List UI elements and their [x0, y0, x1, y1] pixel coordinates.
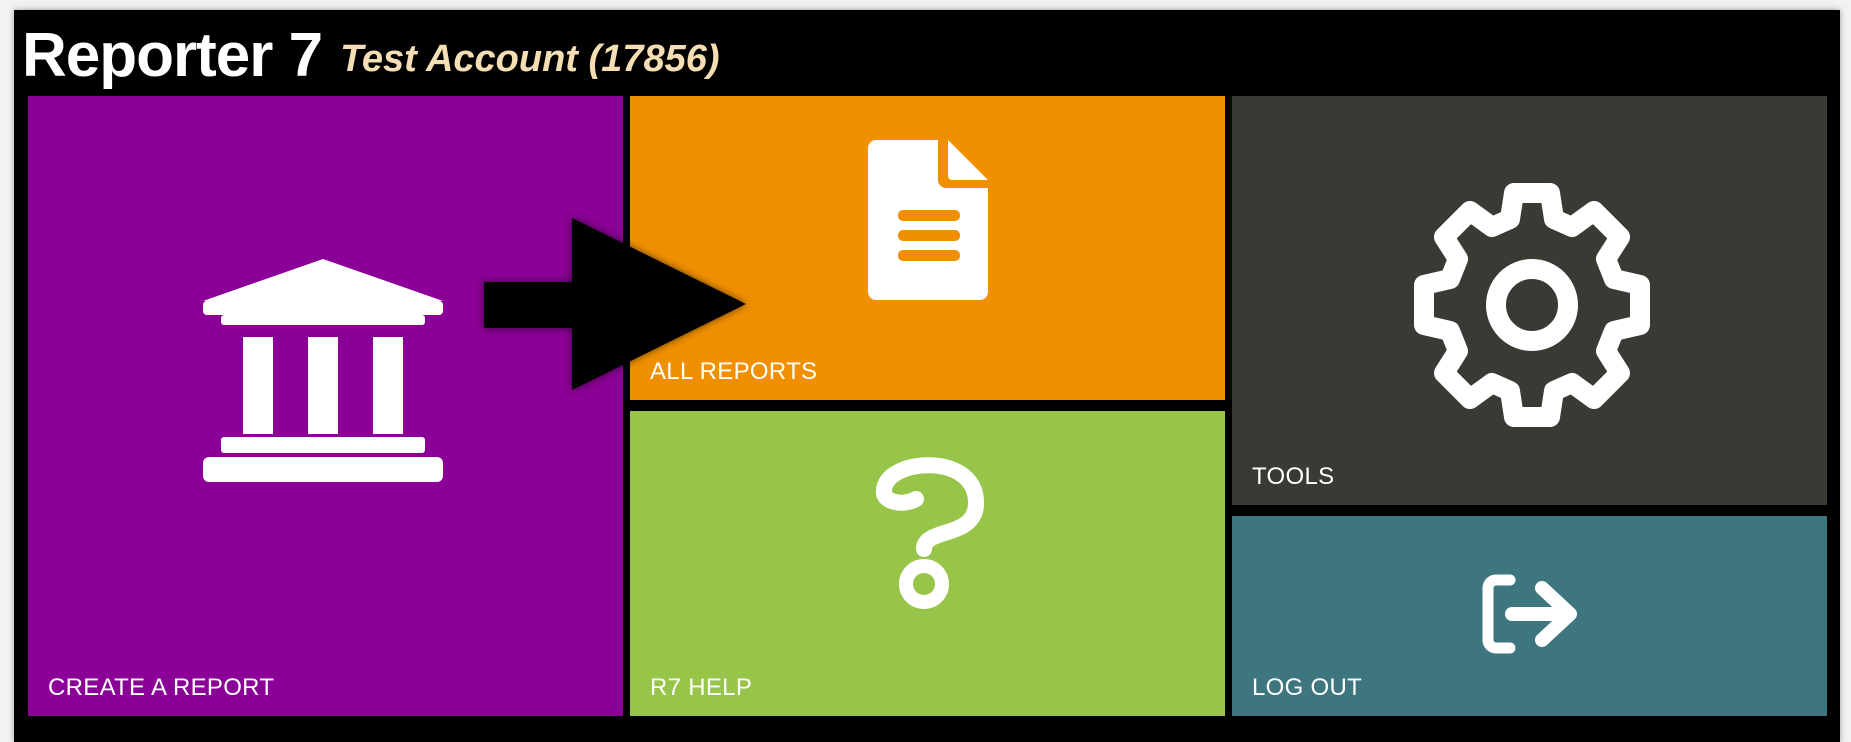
document-icon — [868, 140, 990, 300]
question-mark-icon — [872, 449, 992, 609]
header: Reporter 7 Test Account (17856) — [22, 10, 720, 100]
all-reports-tile[interactable]: ALL REPORTS — [630, 96, 1225, 400]
account-name: Test Account (17856) — [340, 37, 720, 80]
all-reports-label: ALL REPORTS — [650, 358, 818, 385]
gear-icon — [1407, 180, 1657, 430]
log-out-tile[interactable]: LOG OUT — [1232, 516, 1827, 716]
bank-building-icon — [203, 259, 443, 484]
logout-arrow-icon — [1482, 574, 1582, 654]
tools-label: TOOLS — [1252, 463, 1335, 490]
create-report-label: CREATE A REPORT — [48, 674, 275, 701]
log-out-label: LOG OUT — [1252, 674, 1363, 701]
app-title: Reporter 7 — [22, 20, 323, 90]
r7-help-tile[interactable]: R7 HELP — [630, 411, 1225, 716]
app-window: Reporter 7 Test Account (17856) CREATE A… — [14, 10, 1840, 742]
r7-help-label: R7 HELP — [650, 674, 753, 701]
tools-tile[interactable]: TOOLS — [1232, 96, 1827, 505]
create-report-tile[interactable]: CREATE A REPORT — [28, 96, 623, 716]
